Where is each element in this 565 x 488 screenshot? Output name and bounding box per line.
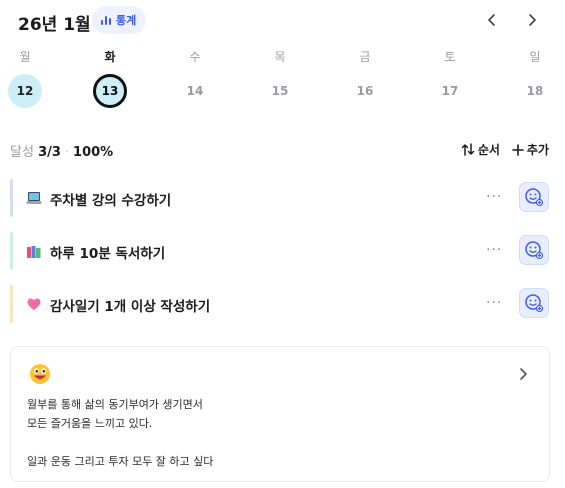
sort-label: 순서 — [477, 143, 500, 157]
smiley-add-icon — [525, 188, 544, 207]
task-item[interactable]: 주차별 강의 수강하기 ··· — [10, 179, 550, 217]
date-cell[interactable]: 17 — [433, 74, 467, 108]
stats-button-label: 통계 — [116, 14, 137, 27]
achievement-summary: 달성 3/3 · 100% — [10, 141, 113, 160]
achievement-label: 달성 — [10, 145, 34, 160]
previous-week-button[interactable] — [480, 8, 504, 32]
memo-line: 모든 즐거움을 느끼고 있다. — [27, 417, 153, 430]
chevron-left-icon — [488, 14, 495, 26]
chevron-right-icon[interactable] — [518, 367, 528, 381]
weekday-row: 월 화 수 목 금 토 일 — [0, 48, 565, 68]
date-cell[interactable]: 14 — [178, 74, 212, 108]
more-options-icon[interactable]: ··· — [486, 189, 502, 205]
weekday-fri: 금 — [359, 50, 371, 64]
separator-dot: · — [64, 145, 70, 160]
add-button[interactable]: 추가 — [512, 141, 549, 158]
task-color-bar — [10, 232, 13, 270]
achievement-count: 3/3 — [38, 145, 61, 160]
sort-button[interactable]: 순서 — [461, 141, 500, 158]
achievement-percent: 100% — [73, 145, 114, 160]
date-cell[interactable]: 15 — [263, 74, 297, 108]
chevron-right-icon — [529, 14, 536, 26]
date-cell[interactable]: 16 — [348, 74, 382, 108]
list-actions: 순서 추가 — [461, 141, 549, 158]
smiley-add-icon — [525, 294, 544, 313]
books-icon — [27, 246, 41, 258]
smiley-add-icon — [525, 241, 544, 260]
date-cell[interactable]: 18 — [518, 74, 552, 108]
memo-line: 일과 운동 그리고 투자 모두 잘 하고 싶다 — [27, 455, 214, 468]
calendar-header: 26년 1월 통계 — [0, 0, 565, 40]
task-title: 주차별 강의 수강하기 — [50, 193, 172, 209]
task-item[interactable]: 감사일기 1개 이상 작성하기 ··· — [10, 285, 550, 323]
task-title: 감사일기 1개 이상 작성하기 — [50, 299, 211, 315]
add-label: 추가 — [526, 143, 549, 157]
date-cell[interactable]: 12 — [8, 74, 42, 108]
weekday-mon: 월 — [19, 50, 31, 64]
task-title: 하루 10분 독서하기 — [50, 246, 166, 262]
task-item[interactable]: 하루 10분 독서하기 ··· — [10, 232, 550, 270]
weekday-wed: 수 — [189, 50, 201, 64]
task-color-bar — [10, 179, 13, 217]
memo-line: 월부를 통해 삶의 동기부여가 생기면서 — [27, 398, 203, 411]
date-cell-today[interactable]: 13 — [93, 74, 127, 108]
more-options-icon[interactable]: ··· — [486, 295, 502, 311]
mood-button[interactable] — [519, 235, 549, 265]
date-row: 12 13 14 15 16 17 18 — [0, 74, 565, 110]
weekday-thu: 목 — [274, 50, 286, 64]
weekday-sat: 토 — [444, 50, 456, 64]
stats-button[interactable]: 통계 — [92, 6, 147, 34]
weekday-tue: 화 — [104, 50, 116, 64]
memo-card[interactable]: 월부를 통해 삶의 동기부여가 생기면서 모든 즐거움을 느끼고 있다. 일과 … — [10, 346, 550, 482]
grinning-face-icon — [30, 364, 50, 384]
task-color-bar — [10, 285, 13, 323]
laptop-icon — [26, 192, 42, 204]
more-options-icon[interactable]: ··· — [486, 242, 502, 258]
mood-button[interactable] — [519, 288, 549, 318]
pink-heart-icon — [27, 298, 41, 310]
mood-button[interactable] — [519, 182, 549, 212]
month-title: 26년 1월 — [18, 15, 91, 35]
plus-icon — [512, 143, 524, 156]
weekday-sun: 일 — [529, 50, 541, 64]
sort-arrows-icon — [461, 143, 475, 156]
bar-chart-icon — [101, 16, 111, 25]
next-week-button[interactable] — [520, 8, 544, 32]
